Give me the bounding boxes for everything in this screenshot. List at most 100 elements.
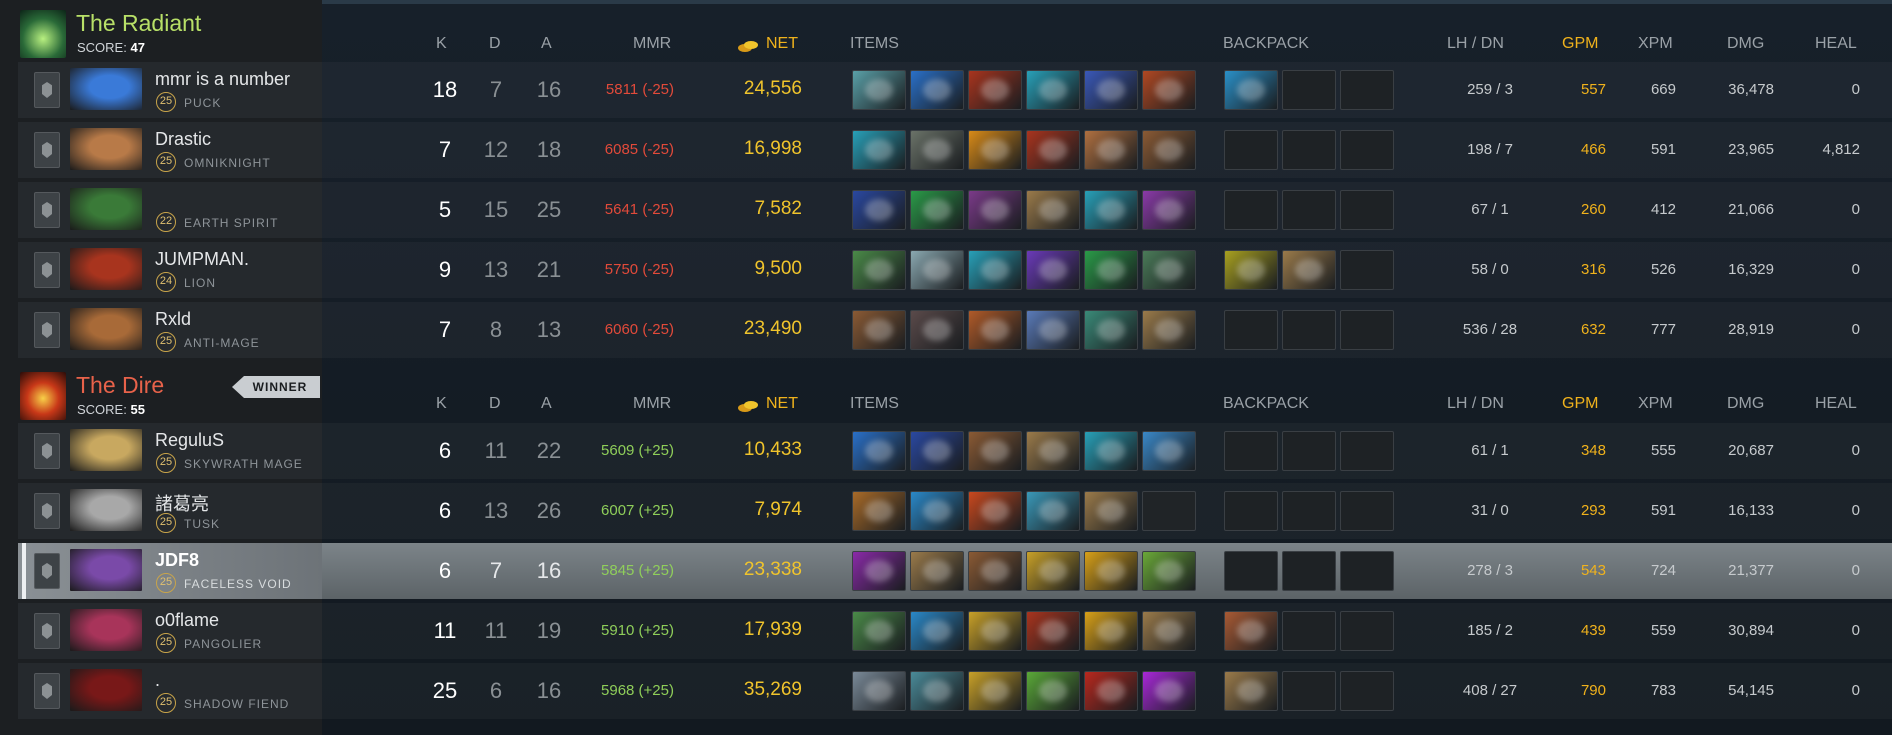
player-row[interactable]: Rxld 25 ANTI-MAGE 7 8 13 6060 (-25) 23,490 536 /… xyxy=(0,302,1892,358)
header-gpm[interactable]: GPM xyxy=(1562,35,1598,53)
player-name[interactable]: Rxld xyxy=(155,309,191,330)
hero-portrait[interactable] xyxy=(70,128,142,170)
item-slot[interactable] xyxy=(910,611,964,651)
player-row[interactable]: ReguluS 25 SKYWRATH MAGE 6 11 22 5609 (+25) 10,… xyxy=(0,423,1892,479)
header-d[interactable]: D xyxy=(489,395,501,413)
item-slot[interactable] xyxy=(1142,671,1196,711)
header-net[interactable]: NET xyxy=(766,35,798,53)
item-slot[interactable] xyxy=(1026,250,1080,290)
backpack-slot[interactable] xyxy=(1282,250,1336,290)
item-slot[interactable] xyxy=(910,491,964,531)
rank-medal-icon[interactable] xyxy=(34,132,60,168)
header-xpm[interactable]: XPM xyxy=(1638,35,1673,53)
hero-portrait[interactable] xyxy=(70,609,142,651)
item-slot[interactable] xyxy=(910,551,964,591)
header-mmr[interactable]: MMR xyxy=(633,35,671,53)
header-k[interactable]: K xyxy=(436,395,447,413)
item-slot[interactable] xyxy=(1142,190,1196,230)
backpack-slot[interactable] xyxy=(1224,611,1278,651)
item-slot[interactable] xyxy=(1026,491,1080,531)
player-name[interactable]: JUMPMAN. xyxy=(155,249,249,270)
player-row[interactable]: JUMPMAN. 24 LION 9 13 21 5750 (-25) 9,500 58 / 0… xyxy=(0,242,1892,298)
item-slot[interactable] xyxy=(968,551,1022,591)
player-name[interactable]: o0flame xyxy=(155,610,219,631)
header-mmr[interactable]: MMR xyxy=(633,395,671,413)
item-slot[interactable] xyxy=(852,431,906,471)
item-slot[interactable] xyxy=(1084,431,1138,471)
backpack-slot[interactable] xyxy=(1224,250,1278,290)
item-slot[interactable] xyxy=(968,671,1022,711)
item-slot[interactable] xyxy=(910,190,964,230)
item-slot[interactable] xyxy=(1026,70,1080,110)
item-slot[interactable] xyxy=(1142,250,1196,290)
hero-portrait[interactable] xyxy=(70,248,142,290)
item-slot[interactable] xyxy=(852,551,906,591)
header-lh-dn[interactable]: LH / DN xyxy=(1447,395,1504,413)
item-slot[interactable] xyxy=(1142,70,1196,110)
item-slot[interactable] xyxy=(852,130,906,170)
item-slot[interactable] xyxy=(1084,611,1138,651)
hero-portrait[interactable] xyxy=(70,188,142,230)
item-slot[interactable] xyxy=(910,431,964,471)
item-slot[interactable] xyxy=(910,250,964,290)
rank-medal-icon[interactable] xyxy=(34,493,60,529)
item-slot[interactable] xyxy=(1084,250,1138,290)
item-slot[interactable] xyxy=(968,611,1022,651)
item-slot[interactable] xyxy=(910,310,964,350)
header-k[interactable]: K xyxy=(436,35,447,53)
hero-portrait[interactable] xyxy=(70,429,142,471)
item-slot[interactable] xyxy=(1026,551,1080,591)
hero-portrait[interactable] xyxy=(70,549,142,591)
player-name[interactable]: 諸葛亮 xyxy=(155,490,209,516)
item-slot[interactable] xyxy=(968,491,1022,531)
item-slot[interactable] xyxy=(1142,431,1196,471)
item-slot[interactable] xyxy=(1026,671,1080,711)
item-slot[interactable] xyxy=(852,70,906,110)
header-dmg[interactable]: DMG xyxy=(1727,395,1764,413)
item-slot[interactable] xyxy=(910,671,964,711)
item-slot[interactable] xyxy=(1026,611,1080,651)
item-slot[interactable] xyxy=(968,70,1022,110)
backpack-slot[interactable] xyxy=(1224,671,1278,711)
rank-medal-icon[interactable] xyxy=(34,252,60,288)
rank-medal-icon[interactable] xyxy=(34,433,60,469)
player-name[interactable]: . xyxy=(155,670,160,691)
item-slot[interactable] xyxy=(1084,190,1138,230)
item-slot[interactable] xyxy=(1084,130,1138,170)
player-name[interactable]: JDF8 xyxy=(155,550,199,571)
player-name[interactable]: mmr is a number xyxy=(155,69,290,90)
item-slot[interactable] xyxy=(1084,671,1138,711)
rank-medal-icon[interactable] xyxy=(34,312,60,348)
header-xpm[interactable]: XPM xyxy=(1638,395,1673,413)
player-row[interactable]: 諸葛亮 25 TUSK 6 13 26 6007 (+25) 7,974 31 / 0 293 59… xyxy=(0,483,1892,539)
item-slot[interactable] xyxy=(1084,70,1138,110)
item-slot[interactable] xyxy=(1142,130,1196,170)
item-slot[interactable] xyxy=(968,190,1022,230)
item-slot[interactable] xyxy=(1026,190,1080,230)
rank-medal-icon[interactable] xyxy=(34,673,60,709)
item-slot[interactable] xyxy=(1142,310,1196,350)
item-slot[interactable] xyxy=(1084,310,1138,350)
hero-portrait[interactable] xyxy=(70,489,142,531)
item-slot[interactable] xyxy=(1084,551,1138,591)
header-heal[interactable]: HEAL xyxy=(1815,395,1857,413)
item-slot[interactable] xyxy=(852,190,906,230)
player-row[interactable]: o0flame 25 PANGOLIER 11 11 19 5910 (+25) 17,939… xyxy=(0,603,1892,659)
player-row[interactable]: 22 EARTH SPIRIT 5 15 25 5641 (-25) 7,582 67 / 1… xyxy=(0,182,1892,238)
player-row[interactable]: mmr is a number 25 PUCK 18 7 16 5811 (-25) 24,5… xyxy=(0,62,1892,118)
player-row[interactable]: JDF8 25 FACELESS VOID 6 7 16 5845 (+25) 23,338 2… xyxy=(0,543,1892,599)
item-slot[interactable] xyxy=(1026,130,1080,170)
header-net[interactable]: NET xyxy=(766,395,798,413)
header-heal[interactable]: HEAL xyxy=(1815,35,1857,53)
hero-portrait[interactable] xyxy=(70,308,142,350)
player-row[interactable]: . 25 SHADOW FIEND 25 6 16 5968 (+25) 35,269 408 … xyxy=(0,663,1892,719)
item-slot[interactable] xyxy=(852,491,906,531)
player-name[interactable]: Drastic xyxy=(155,129,211,150)
item-slot[interactable] xyxy=(910,130,964,170)
header-dmg[interactable]: DMG xyxy=(1727,35,1764,53)
header-gpm[interactable]: GPM xyxy=(1562,395,1598,413)
player-row[interactable]: Drastic 25 OMNIKNIGHT 7 12 18 6085 (-25) 16,998… xyxy=(0,122,1892,178)
item-slot[interactable] xyxy=(968,310,1022,350)
item-slot[interactable] xyxy=(968,130,1022,170)
item-slot[interactable] xyxy=(852,250,906,290)
